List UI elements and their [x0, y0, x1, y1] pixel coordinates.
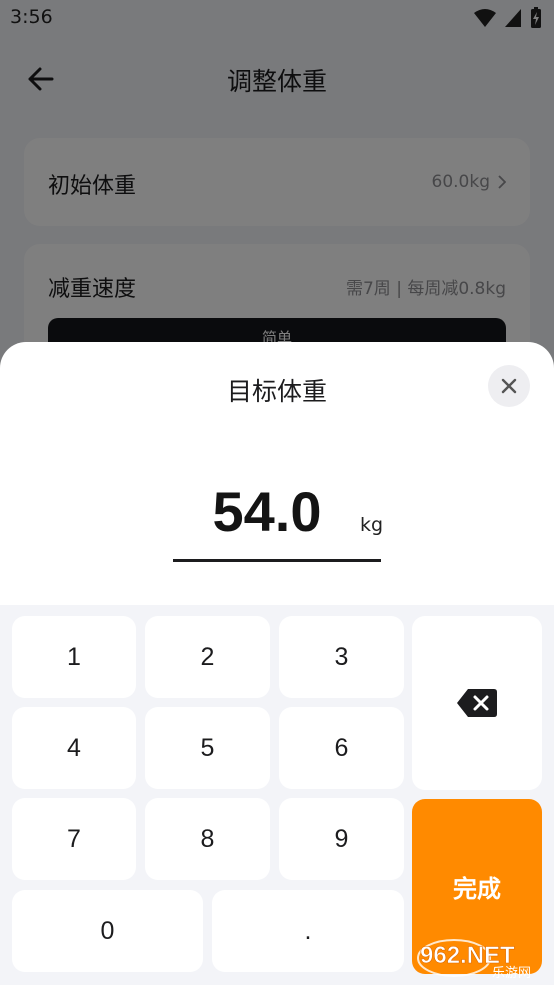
key-4[interactable]: 4 [12, 707, 136, 789]
watermark-sub: 乐游网 [492, 966, 531, 981]
numeric-keypad: 1 2 3 4 5 6 7 8 9 完成 0 . [0, 605, 554, 984]
watermark-main: 962.NET [420, 942, 515, 969]
close-icon [501, 378, 517, 394]
target-weight-value: 54.0 [212, 480, 322, 543]
sheet-title: 目标体重 [226, 377, 327, 406]
key-7[interactable]: 7 [12, 798, 136, 880]
target-weight-unit: kg [360, 514, 384, 536]
key-3[interactable]: 3 [279, 616, 404, 698]
key-1[interactable]: 1 [12, 616, 136, 698]
key-5[interactable]: 5 [145, 707, 270, 789]
backspace-icon [457, 689, 497, 717]
close-button[interactable] [488, 365, 530, 407]
key-2[interactable]: 2 [145, 616, 270, 698]
key-decimal[interactable]: . [212, 890, 404, 972]
backspace-key[interactable] [412, 616, 542, 790]
watermark-logo: 962.NET 乐游网 [414, 935, 550, 981]
key-8[interactable]: 8 [145, 798, 270, 880]
value-underline [173, 559, 381, 562]
key-9[interactable]: 9 [279, 798, 404, 880]
key-6[interactable]: 6 [279, 707, 404, 789]
key-0[interactable]: 0 [12, 890, 203, 972]
target-weight-sheet: 目标体重 54.0 kg 1 2 3 4 5 6 7 8 9 完成 0 . [0, 342, 554, 984]
watermark-graphic: 962.NET 乐游网 [417, 939, 531, 981]
